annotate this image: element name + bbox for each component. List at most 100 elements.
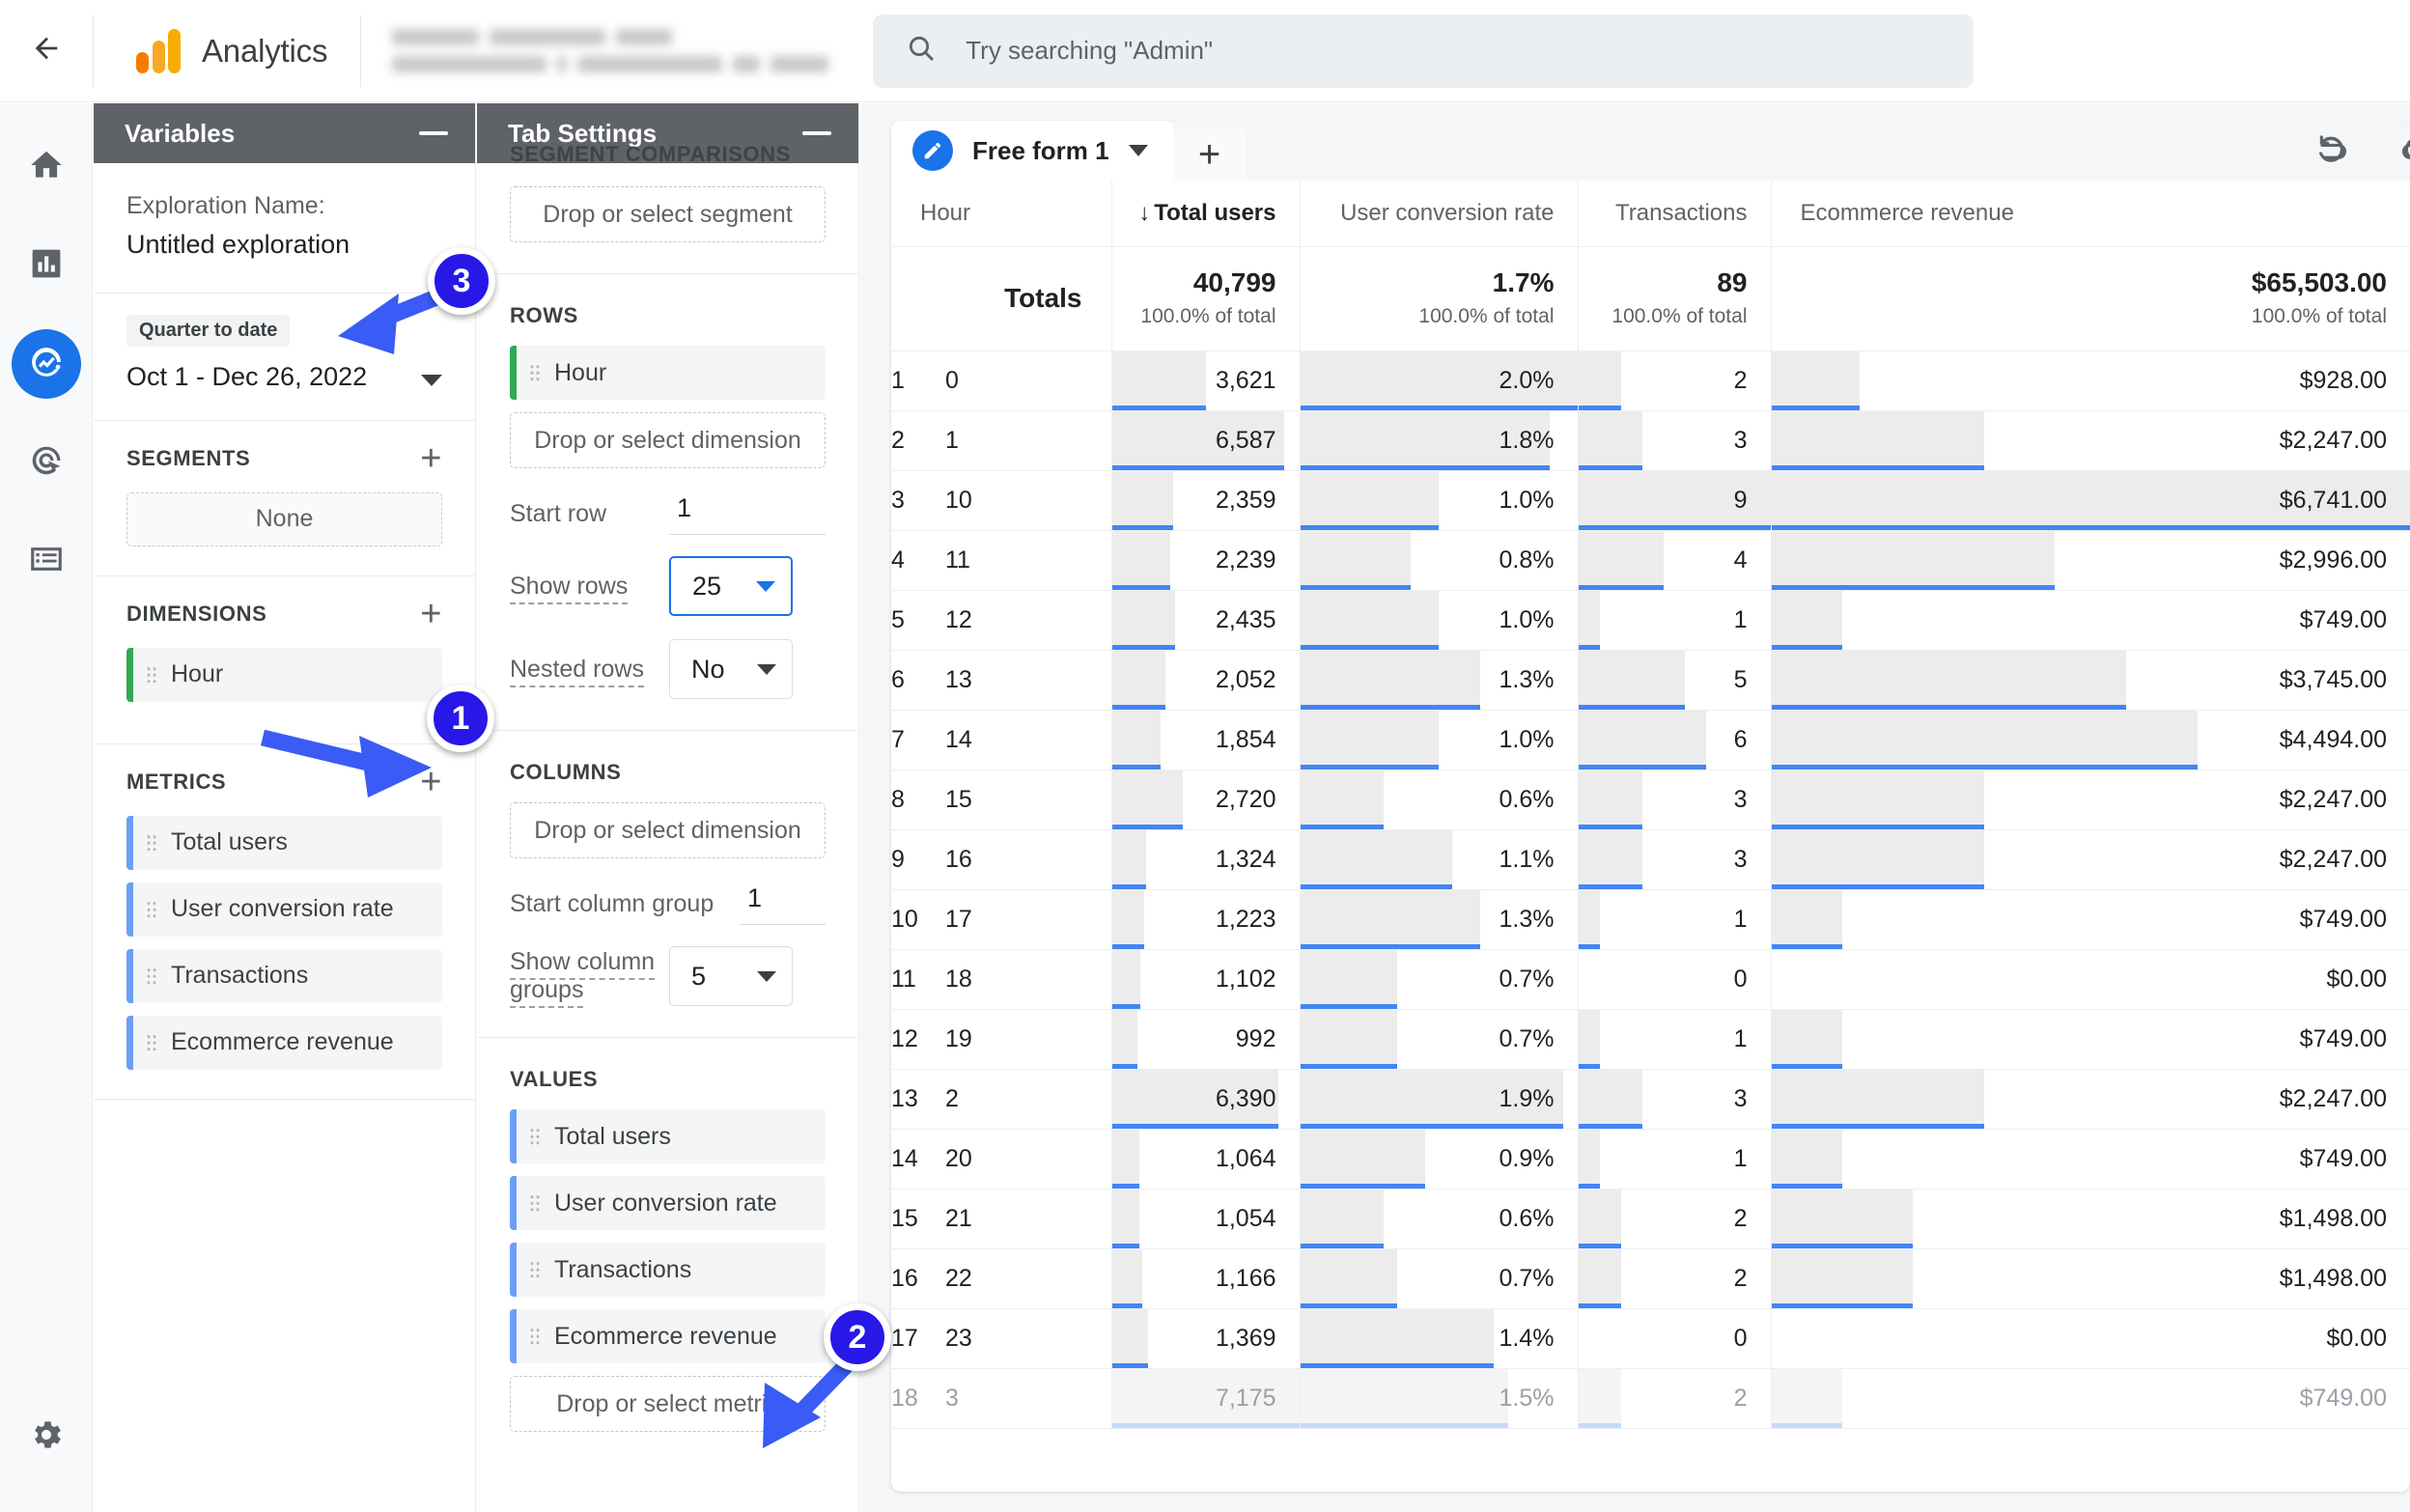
row-ecommerce-revenue-cell: $4,494.00 xyxy=(1770,710,2410,770)
redo-icon[interactable] xyxy=(2400,132,2410,170)
sidebar-item-explore[interactable] xyxy=(11,329,81,399)
value-chip-transactions[interactable]: Transactions xyxy=(510,1243,826,1297)
drag-handle-icon[interactable] xyxy=(529,1260,541,1279)
drag-handle-icon[interactable] xyxy=(529,1127,541,1146)
drag-handle-icon[interactable] xyxy=(529,1193,541,1213)
date-range-selector[interactable]: Quarter to date Oct 1 - Dec 26, 2022 xyxy=(94,294,475,421)
brand-area[interactable]: Analytics xyxy=(94,28,360,73)
sidebar-item-advertising[interactable] xyxy=(12,428,81,497)
value-chip-ecommerce-revenue[interactable]: Ecommerce revenue xyxy=(510,1309,826,1363)
row-user-conversion-rate-cell: 1.5% xyxy=(1299,1368,1578,1429)
show-rows-label: Show rows xyxy=(510,572,629,604)
table-row[interactable]: 4 11 2,239 0.8% 4 $2,996.00 xyxy=(891,530,2410,591)
minimize-icon[interactable] xyxy=(802,131,831,135)
table-row[interactable]: 8 15 2,720 0.6% 3 $2,247.00 xyxy=(891,770,2410,830)
columns-drop-zone[interactable]: Drop or select dimension xyxy=(510,802,826,858)
table-row[interactable]: 10 17 1,223 1.3% 1 $749.00 xyxy=(891,889,2410,950)
back-arrow-icon xyxy=(30,32,63,70)
row-user-conversion-rate-cell: 1.0% xyxy=(1299,590,1578,651)
table-row[interactable]: 18 3 7,175 1.5% 2 $749.00 xyxy=(891,1368,2410,1429)
metric-chip-ecommerce-revenue[interactable]: Ecommerce revenue xyxy=(126,1015,442,1070)
account-property-selector[interactable] xyxy=(361,29,829,72)
segments-none-item[interactable]: None xyxy=(126,491,442,546)
values-drop-metric[interactable]: Drop or select metric xyxy=(510,1376,826,1432)
sidebar-item-reports[interactable] xyxy=(12,231,81,300)
value-label: Total users xyxy=(554,1122,671,1150)
exploration-name-section[interactable]: Exploration Name: Untitled exploration xyxy=(94,163,475,294)
chevron-down-icon[interactable] xyxy=(1128,145,1148,156)
value-chip-user-conversion-rate[interactable]: User conversion rate xyxy=(510,1176,826,1230)
table-row[interactable]: 6 13 2,052 1.3% 5 $3,745.00 xyxy=(891,650,2410,711)
column-header-total-users[interactable]: ↓ Total users xyxy=(1110,181,1300,247)
value-label: Transactions xyxy=(554,1255,692,1283)
column-header-transactions[interactable]: Transactions xyxy=(1577,181,1771,247)
metric-chip-user-conversion-rate[interactable]: User conversion rate xyxy=(126,882,442,937)
sidebar-item-home[interactable] xyxy=(12,132,81,202)
drag-handle-icon[interactable] xyxy=(146,900,157,918)
segments-add-button[interactable]: + xyxy=(420,440,442,477)
minimize-icon[interactable] xyxy=(419,131,448,135)
segment-drop-zone[interactable]: Drop or select segment xyxy=(510,186,826,242)
table-row[interactable]: 2 1 6,587 1.8% 3 $2,247.00 xyxy=(891,410,2410,471)
dimension-label: Hour xyxy=(171,660,224,687)
show-column-groups-select[interactable]: 5 xyxy=(669,946,793,1006)
drag-handle-icon[interactable] xyxy=(146,1033,157,1051)
metrics-add-button[interactable]: + xyxy=(420,764,442,800)
metric-label: User conversion rate xyxy=(171,895,394,922)
chevron-down-icon xyxy=(757,970,776,982)
metrics-title: METRICS xyxy=(126,769,227,794)
dimension-chip-hour[interactable]: Hour xyxy=(126,647,442,702)
sidebar-item-admin[interactable] xyxy=(12,1402,81,1471)
row-user-conversion-rate-cell: 1.4% xyxy=(1299,1308,1578,1369)
start-column-group-label: Start column group xyxy=(510,890,715,918)
table-row[interactable]: 1 0 3,621 2.0% 2 $928.00 xyxy=(891,350,2410,411)
totals-cell: 1.7% 100.0% of total xyxy=(1299,246,1578,351)
drag-handle-icon[interactable] xyxy=(529,363,541,382)
drag-handle-icon[interactable] xyxy=(146,665,157,684)
table-row[interactable]: 7 14 1,854 1.0% 6 $4,494.00 xyxy=(891,710,2410,770)
search-input[interactable]: Try searching "Admin" xyxy=(873,14,1975,88)
drag-handle-icon[interactable] xyxy=(146,833,157,852)
table-row[interactable]: 12 19 992 0.7% 1 $749.00 xyxy=(891,1009,2410,1070)
table-row[interactable]: 3 10 2,359 1.0% 9 $6,741.00 xyxy=(891,470,2410,531)
table-row[interactable]: 17 23 1,369 1.4% 0 $0.00 xyxy=(891,1308,2410,1369)
column-header-user-conversion-rate[interactable]: User conversion rate xyxy=(1299,181,1578,247)
row-user-conversion-rate-cell: 0.6% xyxy=(1299,1189,1578,1249)
table-row[interactable]: 9 16 1,324 1.1% 3 $2,247.00 xyxy=(891,829,2410,890)
nested-rows-select[interactable]: No xyxy=(669,639,793,699)
chevron-down-icon xyxy=(757,663,776,675)
table-row[interactable]: 5 12 2,435 1.0% 1 $749.00 xyxy=(891,590,2410,651)
metric-chip-transactions[interactable]: Transactions xyxy=(126,948,442,1003)
rows-drop-zone[interactable]: Drop or select dimension xyxy=(510,412,826,468)
value-chip-total-users[interactable]: Total users xyxy=(510,1109,826,1163)
chevron-down-icon[interactable] xyxy=(421,374,442,386)
table-row[interactable]: 14 20 1,064 0.9% 1 $749.00 xyxy=(891,1129,2410,1190)
back-button[interactable] xyxy=(0,0,93,102)
table-row[interactable]: 13 2 6,390 1.9% 3 $2,247.00 xyxy=(891,1069,2410,1130)
nested-rows-label: Nested rows xyxy=(510,655,644,687)
metric-chip-total-users[interactable]: Total users xyxy=(126,815,442,870)
start-row-input[interactable]: 1 xyxy=(669,493,826,535)
search-placeholder: Try searching "Admin" xyxy=(966,36,1214,65)
rows-chip-hour[interactable]: Hour xyxy=(510,346,826,400)
table-row[interactable]: 15 21 1,054 0.6% 2 $1,498.00 xyxy=(891,1189,2410,1249)
column-header-hour[interactable]: Hour xyxy=(891,181,1111,247)
columns-section: COLUMNS Drop or select dimension Start c… xyxy=(477,731,858,1038)
row-hour-cell: 18 3 xyxy=(891,1368,1111,1429)
start-column-group-input[interactable]: 1 xyxy=(740,883,826,925)
table-row[interactable]: 11 18 1,102 0.7% 0 $0.00 xyxy=(891,949,2410,1010)
row-ecommerce-revenue-cell: $2,247.00 xyxy=(1770,410,2410,471)
date-range-value: Oct 1 - Dec 26, 2022 xyxy=(126,362,368,391)
add-tab-button[interactable]: + xyxy=(1172,128,1247,181)
undo-icon[interactable] xyxy=(2315,132,2348,170)
tab-free-form-1[interactable]: Free form 1 xyxy=(891,121,1173,181)
show-rows-select[interactable]: 25 xyxy=(669,556,793,616)
row-user-conversion-rate-cell: 1.3% xyxy=(1299,650,1578,711)
table-row[interactable]: 16 22 1,166 0.7% 2 $1,498.00 xyxy=(891,1248,2410,1309)
drag-handle-icon[interactable] xyxy=(146,966,157,985)
drag-handle-icon[interactable] xyxy=(529,1327,541,1346)
dimensions-add-button[interactable]: + xyxy=(420,596,442,632)
sidebar-item-library[interactable] xyxy=(12,526,81,596)
variables-panel-header: Variables xyxy=(94,103,475,163)
column-header-ecommerce-revenue[interactable]: Ecommerce revenue xyxy=(1770,181,2410,247)
